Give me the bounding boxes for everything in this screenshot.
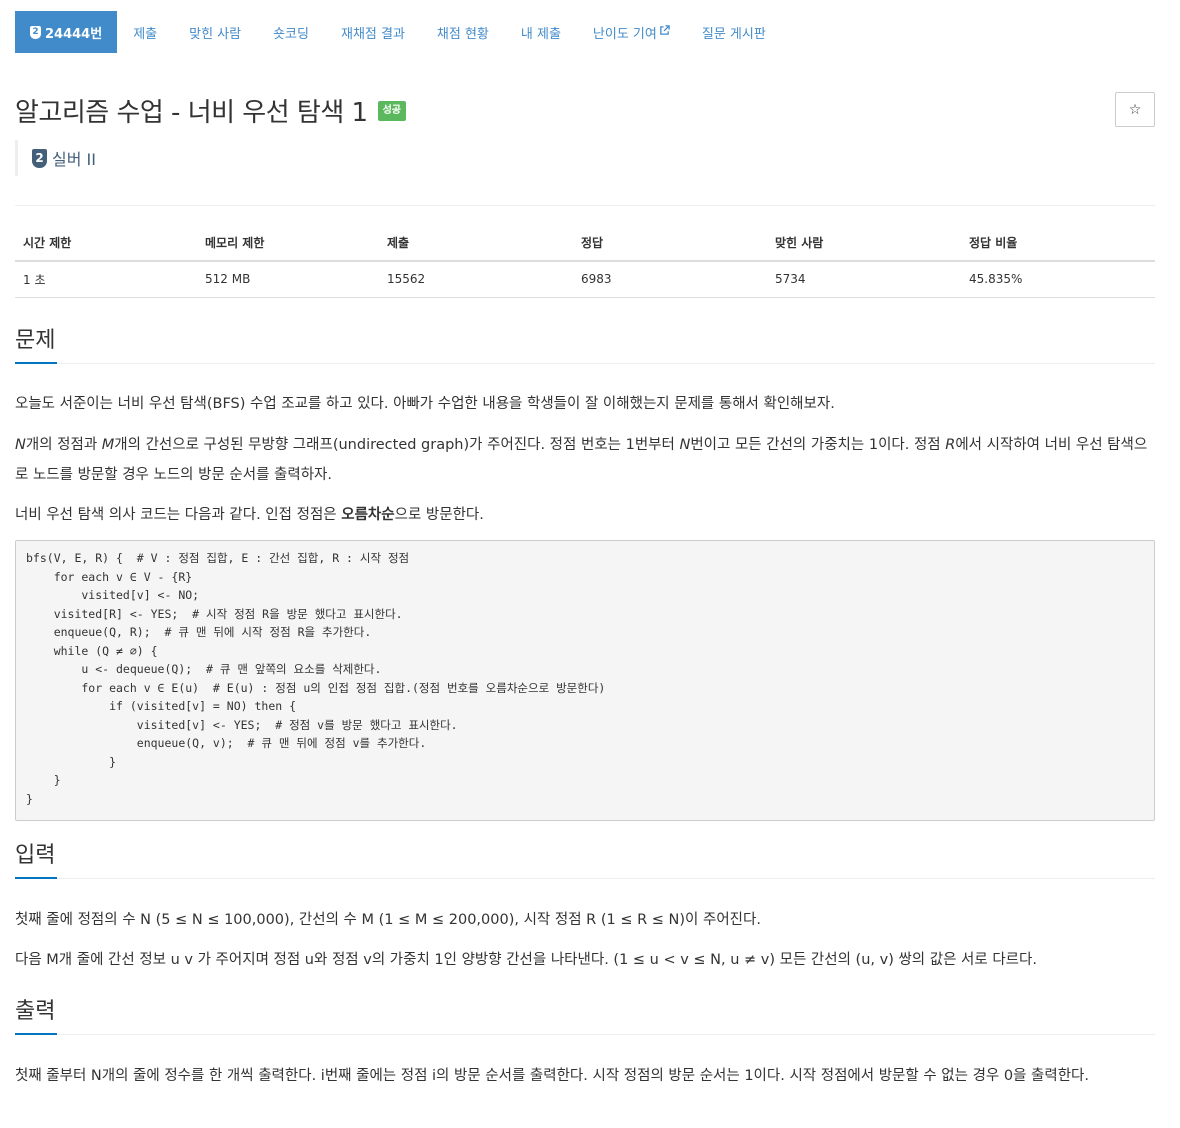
divider	[15, 205, 1155, 206]
header-submissions: 제출	[379, 225, 573, 262]
emphasis: 오름차순	[341, 507, 395, 523]
problem-menu: 2 24444번 제출 맞힌 사람 숏코딩 재채점 결과 채점 현황 내 제출 …	[15, 11, 782, 53]
problem-info-table: 시간 제한 메모리 제한 제출 정답 맞힌 사람 정답 비율 1 초 512 M…	[15, 225, 1155, 298]
favorite-star-button[interactable]: ☆	[1115, 92, 1155, 127]
tier-label: 실버 II	[52, 150, 96, 169]
text: 으로 방문한다.	[394, 507, 484, 523]
text: 너비 우선 탐색 의사 코드는 다음과 같다. 인접 정점은	[15, 507, 342, 523]
problem-paragraph-3: 너비 우선 탐색 의사 코드는 다음과 같다. 인접 정점은 오름차순으로 방문…	[15, 500, 1155, 530]
output-heading: 출력	[15, 997, 58, 1035]
problem-title: 알고리즘 수업 - 너비 우선 탐색 1	[15, 98, 368, 128]
status-badge: 성공	[377, 100, 406, 121]
nav-solved-users[interactable]: 맞힌 사람	[173, 11, 257, 53]
var-n: N	[15, 437, 26, 453]
nav-rejudge-results[interactable]: 재채점 결과	[325, 11, 421, 53]
header-accepted: 정답	[573, 225, 767, 262]
problem-tier: 2 실버 II	[15, 140, 96, 176]
problem-id-label: 24444번	[45, 26, 103, 42]
submissions-value: 15562	[379, 261, 573, 298]
nav-judge-status[interactable]: 채점 현황	[421, 11, 505, 53]
input-section-header: 입력	[15, 841, 1155, 879]
external-link-icon	[659, 25, 670, 39]
nav-question-board[interactable]: 질문 게시판	[686, 11, 782, 53]
nav-difficulty-label: 난이도 기여	[592, 26, 657, 42]
var-m: M	[101, 437, 115, 453]
nav-my-submissions[interactable]: 내 제출	[505, 11, 577, 53]
input-heading: 입력	[15, 841, 58, 879]
solved-users-value: 5734	[767, 261, 961, 298]
text: 개의 정점과	[25, 437, 102, 453]
var-n: N	[679, 437, 691, 453]
memory-limit-value: 512 MB	[197, 261, 379, 298]
output-section-header: 출력	[15, 997, 1155, 1035]
problem-heading: 문제	[15, 326, 58, 364]
header-solved-users: 맞힌 사람	[767, 225, 961, 262]
nav-difficulty-contribution[interactable]: 난이도 기여	[577, 11, 686, 53]
output-paragraph-1: 첫째 줄부터 N개의 줄에 정수를 한 개씩 출력한다. i번째 줄에는 정점 …	[15, 1068, 1090, 1084]
problem-paragraph-1: 오늘도 서준이는 너비 우선 탐색(BFS) 수업 조교를 하고 있다. 아빠가…	[15, 396, 835, 412]
nav-short-coding[interactable]: 숏코딩	[257, 11, 325, 53]
silver-tier-icon: 2	[32, 148, 47, 168]
time-limit-value: 1 초	[15, 261, 197, 298]
silver-tier-icon: 2	[30, 25, 41, 39]
nav-submit[interactable]: 제출	[117, 11, 173, 53]
problem-paragraph-2: N개의 정점과 M개의 간선으로 구성된 무방향 그래프(undirected …	[15, 430, 1155, 490]
accept-ratio-value: 45.835%	[961, 261, 1155, 298]
pseudocode-block: bfs(V, E, R) { # V : 정점 집합, E : 간선 집합, R…	[15, 540, 1155, 821]
input-paragraph-1: 첫째 줄에 정점의 수 N (5 ≤ N ≤ 100,000), 간선의 수 M…	[15, 912, 761, 928]
var-r: R	[945, 437, 956, 453]
text: 개의 간선으로 구성된 무방향 그래프(undirected graph)가 주…	[114, 437, 680, 453]
input-paragraph-2: 다음 M개 줄에 간선 정보 u v 가 주어지며 정점 u와 정점 v의 가중…	[15, 952, 1037, 968]
page-title: 알고리즘 수업 - 너비 우선 탐색 1 성공	[15, 92, 406, 129]
header-memory-limit: 메모리 제한	[197, 225, 379, 262]
problem-id-tab[interactable]: 2 24444번	[15, 11, 118, 53]
header-time-limit: 시간 제한	[15, 225, 197, 262]
problem-section-header: 문제	[15, 326, 1155, 364]
text: 번이고 모든 간선의 가중치는 1이다. 정점	[690, 437, 946, 453]
header-accept-ratio: 정답 비율	[961, 225, 1155, 262]
star-icon: ☆	[1128, 101, 1142, 118]
table-row: 1 초 512 MB 15562 6983 5734 45.835%	[15, 261, 1155, 298]
accepted-value: 6983	[573, 261, 767, 298]
table-header-row: 시간 제한 메모리 제한 제출 정답 맞힌 사람 정답 비율	[15, 225, 1155, 262]
